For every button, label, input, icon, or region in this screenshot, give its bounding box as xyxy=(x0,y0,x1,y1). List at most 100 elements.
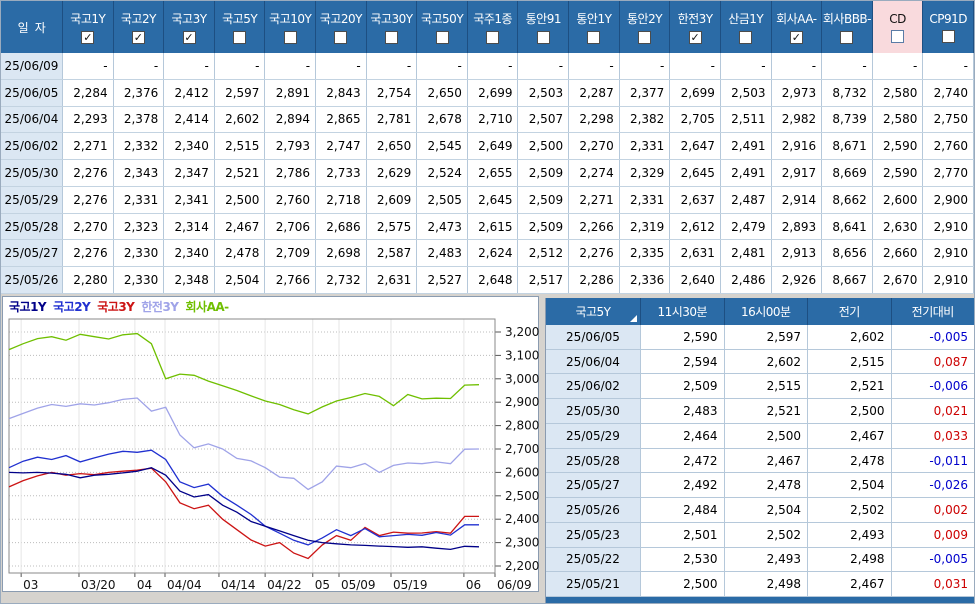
table-row[interactable]: 25/06/05 2,284 2,376 2,412 2,597 2,891 2,843 2,… xyxy=(1,79,974,107)
rate-value-cell: 2,280 xyxy=(63,267,114,294)
detail-row[interactable]: 25/05/27 2,492 2,478 2,504 -0,026 xyxy=(546,473,975,499)
column-checkbox[interactable] xyxy=(233,31,247,44)
date-column-header[interactable]: 일 자 xyxy=(1,1,63,53)
y-axis-label: 2,600 xyxy=(505,465,539,479)
column-checkbox[interactable] xyxy=(891,29,905,43)
column-header-회사AA-[interactable]: 회사AA- ✓ xyxy=(772,1,823,53)
column-header-label: 국주1종 xyxy=(473,12,513,26)
rate-value-cell: 2,706 xyxy=(265,213,317,240)
series-line-hanjeon3y xyxy=(8,397,480,491)
rate-value-cell: 2,709 xyxy=(265,240,317,267)
x-axis-label: 05 xyxy=(315,578,330,591)
rate-value-cell: 2,266 xyxy=(569,213,620,240)
x-axis-label: 04/04 xyxy=(167,578,202,591)
col-header-1600[interactable]: 16시00분 xyxy=(725,298,808,325)
column-header-통안1Y[interactable]: 통안1Y xyxy=(569,1,620,53)
series-line-ktb3y xyxy=(8,467,479,560)
column-checkbox[interactable] xyxy=(334,31,348,44)
rate-value-cell: 2,754 xyxy=(366,79,418,106)
column-checkbox[interactable]: ✓ xyxy=(688,31,702,44)
column-checkbox[interactable] xyxy=(739,31,753,44)
column-header-국고10Y[interactable]: 국고10Y xyxy=(265,1,317,53)
rate-value-cell: 2,718 xyxy=(316,186,367,213)
y-axis-label: 3,100 xyxy=(505,348,539,362)
detail-value-cell: 2,509 xyxy=(641,374,725,399)
rates-table: 일 자 국고1Y ✓ 국고2Y ✓ 국고3Y ✓ 국고5Y 국고10Y 국고20Y 국고30Y 국고… xyxy=(1,1,974,295)
detail-row[interactable]: 25/05/21 2,500 2,498 2,467 0,031 xyxy=(546,572,975,598)
detail-row[interactable]: 25/05/29 2,464 2,500 2,467 0,033 xyxy=(546,423,975,449)
rate-value-cell: 8,732 xyxy=(822,79,873,106)
rate-value-cell: 2,491 xyxy=(720,160,772,186)
rate-value-cell: 2,503 xyxy=(518,79,570,106)
detail-row[interactable]: 25/06/05 2,590 2,597 2,602 -0,005 xyxy=(546,325,975,350)
rate-value-cell: - xyxy=(366,53,418,79)
column-checkbox[interactable] xyxy=(435,31,449,44)
rate-value-cell: 2,271 xyxy=(569,186,620,213)
table-row[interactable]: 25/06/09- - - - - - - - - - - - - - - - - - xyxy=(1,53,974,80)
column-checkbox[interactable]: ✓ xyxy=(131,31,145,44)
table-row[interactable]: 25/05/26 2,280 2,330 2,348 2,504 2,766 2,732 2,… xyxy=(1,267,974,295)
column-checkbox[interactable] xyxy=(486,31,500,44)
rate-value-cell: 2,699 xyxy=(467,79,519,106)
column-header-국고1Y[interactable]: 국고1Y ✓ xyxy=(63,1,114,53)
column-header-통안2Y[interactable]: 통안2Y xyxy=(620,1,671,53)
column-header-국고3Y[interactable]: 국고3Y ✓ xyxy=(164,1,215,53)
column-checkbox[interactable] xyxy=(536,31,550,44)
column-header-통안91[interactable]: 통안91 xyxy=(518,1,570,53)
y-axis-label: 2,500 xyxy=(505,489,539,503)
column-header-국고2Y[interactable]: 국고2Y ✓ xyxy=(114,1,165,53)
table-row[interactable]: 25/05/29 2,276 2,331 2,341 2,500 2,760 2,718 2,… xyxy=(1,186,974,214)
rate-value-cell: 2,649 xyxy=(467,133,519,160)
column-checkbox[interactable]: ✓ xyxy=(81,31,95,44)
col-header-1130[interactable]: 11시30분 xyxy=(641,298,725,325)
detail-row[interactable]: 25/06/04 2,594 2,602 2,515 0,087 xyxy=(546,349,975,375)
col-header-prev[interactable]: 전기 xyxy=(808,298,892,325)
column-checkbox[interactable] xyxy=(941,29,955,43)
detail-row[interactable]: 25/05/26 2,484 2,504 2,502 0,002 xyxy=(546,498,975,523)
column-checkbox[interactable] xyxy=(384,31,398,44)
column-header-국고30Y[interactable]: 국고30Y xyxy=(367,1,418,53)
column-header-CD[interactable]: CD xyxy=(872,1,924,53)
column-header-label: 국고1Y xyxy=(70,12,106,26)
detail-series-label: 국고5Y xyxy=(575,305,611,319)
column-checkbox[interactable] xyxy=(587,31,601,44)
column-header-한전3Y[interactable]: 한전3Y ✓ xyxy=(670,1,721,53)
series-line-ktb2y xyxy=(8,449,479,546)
column-header-회사BBB-[interactable]: 회사BBB- xyxy=(822,1,873,53)
detail-value-cell: 2,530 xyxy=(641,547,725,572)
column-header-국고20Y[interactable]: 국고20Y xyxy=(316,1,367,53)
table-row[interactable]: 25/06/04 2,293 2,378 2,414 2,602 2,894 2,865 2,… xyxy=(1,106,974,134)
rate-value-cell: 2,770 xyxy=(923,160,974,186)
column-header-산금1Y[interactable]: 산금1Y xyxy=(721,1,772,53)
detail-change-cell: 0,033 xyxy=(891,423,975,448)
column-header-국고5Y[interactable]: 국고5Y xyxy=(215,1,266,53)
y-axis-label: 2,800 xyxy=(505,419,539,433)
rate-value-cell: - xyxy=(923,53,974,79)
detail-row[interactable]: 25/06/02 2,509 2,515 2,521 -0,006 xyxy=(546,374,975,400)
detail-row[interactable]: 25/05/30 2,483 2,521 2,500 0,021 xyxy=(546,399,975,424)
detail-series-header[interactable]: 국고5Y xyxy=(546,298,641,325)
table-row[interactable]: 25/05/27 2,276 2,330 2,340 2,478 2,709 2,698 2,… xyxy=(1,240,974,268)
detail-value-cell: 2,464 xyxy=(641,423,725,448)
column-header-CP91D[interactable]: CP91D xyxy=(923,1,974,53)
detail-row[interactable]: 25/05/28 2,472 2,467 2,478 -0,011 xyxy=(546,448,975,474)
rate-value-cell: - xyxy=(872,53,924,79)
detail-row[interactable]: 25/05/22 2,530 2,493 2,498 -0,005 xyxy=(546,547,975,573)
rate-value-cell: 2,786 xyxy=(265,160,317,186)
table-row[interactable]: 25/06/02 2,271 2,332 2,340 2,515 2,793 2,747 2,… xyxy=(1,133,974,161)
detail-value-cell: 2,521 xyxy=(724,399,808,423)
detail-row[interactable]: 25/05/23 2,501 2,502 2,493 0,009 xyxy=(546,522,975,548)
rate-value-cell: 2,699 xyxy=(670,79,721,106)
table-row[interactable]: 25/05/30 2,276 2,343 2,347 2,521 2,786 2,733 2,… xyxy=(1,160,974,187)
column-checkbox[interactable] xyxy=(840,31,854,44)
column-header-국고50Y[interactable]: 국고50Y xyxy=(417,1,468,53)
col-header-change[interactable]: 전기대비 xyxy=(892,298,975,325)
column-header-국주1종[interactable]: 국주1종 xyxy=(468,1,519,53)
column-checkbox[interactable]: ✓ xyxy=(182,31,196,44)
rate-value-cell: 2,331 xyxy=(619,186,671,213)
column-checkbox[interactable] xyxy=(638,31,651,44)
column-checkbox[interactable]: ✓ xyxy=(789,31,803,44)
column-checkbox[interactable] xyxy=(283,31,297,44)
table-row[interactable]: 25/05/28 2,270 2,323 2,314 2,467 2,706 2,686 2,… xyxy=(1,213,974,241)
rate-value-cell: 2,670 xyxy=(872,267,924,294)
